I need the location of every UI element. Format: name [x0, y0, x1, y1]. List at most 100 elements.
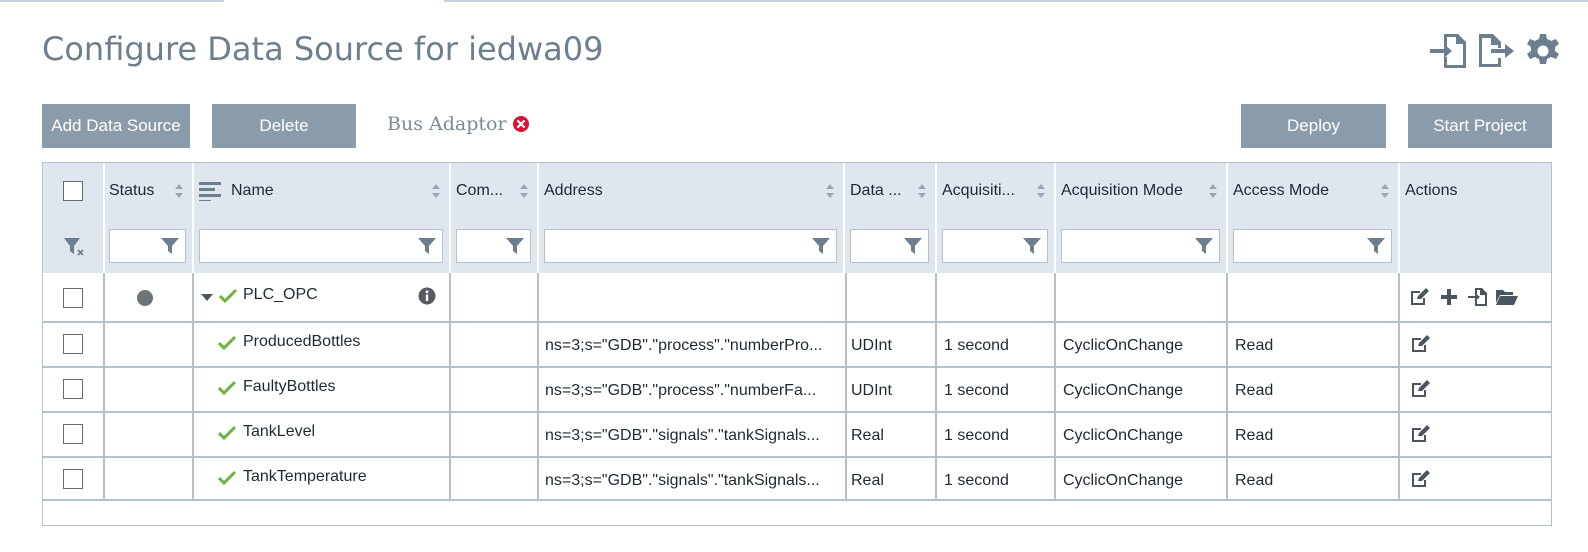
col-header-acquisition-mode[interactable]: Acquisition Mode	[1061, 163, 1183, 219]
bus-adaptor-status: Bus Adaptor	[387, 113, 529, 135]
tree-list-icon[interactable]	[199, 181, 223, 201]
row-data-type: UDInt	[851, 337, 892, 354]
row-checkbox[interactable]	[63, 379, 83, 399]
table-row[interactable]: ProducedBottles ns=3;s="GDB"."process"."n…	[43, 321, 1551, 366]
col-header-name[interactable]: Name	[199, 163, 274, 219]
settings-gear-icon[interactable]	[1524, 32, 1562, 70]
filter-name[interactable]	[199, 229, 443, 263]
row-acquisition-cycle: 1 second	[944, 382, 1009, 399]
check-icon	[218, 335, 236, 351]
filter-address[interactable]	[544, 229, 837, 263]
grid-bottom-divider	[43, 499, 1551, 501]
export-icon[interactable]	[1477, 32, 1515, 70]
bus-adaptor-label: Bus Adaptor	[387, 113, 507, 135]
row-address: ns=3;s="GDB"."signals"."tankSignals...	[545, 427, 820, 444]
col-header-access-mode[interactable]: Access Mode	[1233, 163, 1329, 219]
row-access-mode: Read	[1235, 382, 1274, 399]
row-data-type: Real	[851, 472, 884, 489]
page-title: Configure Data Source for iedwa09	[42, 30, 604, 68]
error-circle-icon	[512, 116, 529, 132]
top-icon-bar	[1430, 32, 1562, 70]
row-acquisition-mode: CyclicOnChange	[1063, 472, 1184, 489]
filter-access-mode[interactable]	[1233, 229, 1392, 263]
filter-icon[interactable]	[812, 237, 830, 255]
sort-icon[interactable]	[519, 183, 529, 199]
edit-icon[interactable]	[1411, 470, 1431, 488]
add-data-source-button[interactable]: Add Data Source	[42, 104, 190, 148]
row-name: PLC_OPC	[243, 286, 318, 303]
row-data-type: UDInt	[851, 382, 892, 399]
edit-icon[interactable]	[1411, 380, 1431, 398]
import-icon[interactable]	[1430, 32, 1468, 70]
clear-filter-icon[interactable]	[63, 237, 85, 257]
col-header-acquisition-cycle[interactable]: Acquisiti...	[942, 163, 1015, 219]
status-indicator	[137, 290, 153, 306]
row-name: TankLevel	[243, 423, 316, 440]
filter-icon[interactable]	[506, 237, 524, 255]
filter-comment[interactable]	[456, 229, 531, 263]
check-icon	[218, 380, 236, 396]
edit-icon[interactable]	[1410, 288, 1430, 306]
filter-icon[interactable]	[1195, 237, 1213, 255]
table-row-parent[interactable]: PLC_OPC	[43, 273, 1551, 321]
check-icon	[218, 470, 236, 486]
row-address: ns=3;s="GDB"."signals"."tankSignals...	[545, 472, 820, 489]
filter-status[interactable]	[109, 229, 186, 263]
row-acquisition-mode: CyclicOnChange	[1063, 337, 1184, 354]
filter-icon[interactable]	[904, 237, 922, 255]
sort-icon[interactable]	[825, 183, 835, 199]
col-header-data-type[interactable]: Data ...	[850, 163, 902, 219]
row-access-mode: Read	[1235, 472, 1274, 489]
sort-icon[interactable]	[431, 183, 441, 199]
edit-icon[interactable]	[1411, 425, 1431, 443]
row-checkbox[interactable]	[63, 469, 83, 489]
start-project-button[interactable]: Start Project	[1408, 104, 1552, 148]
row-access-mode: Read	[1235, 337, 1274, 354]
row-acquisition-cycle: 1 second	[944, 337, 1009, 354]
filter-acquisition-cycle[interactable]	[942, 229, 1048, 263]
col-header-actions: Actions	[1405, 182, 1458, 199]
row-access-mode: Read	[1235, 427, 1274, 444]
sort-icon[interactable]	[1036, 183, 1046, 199]
filter-icon[interactable]	[1023, 237, 1041, 255]
row-checkbox[interactable]	[63, 288, 83, 308]
row-name: TankTemperature	[243, 468, 367, 485]
row-data-type: Real	[851, 427, 884, 444]
row-acquisition-mode: CyclicOnChange	[1063, 382, 1184, 399]
row-name: FaultyBottles	[243, 378, 336, 395]
filter-acquisition-mode[interactable]	[1061, 229, 1220, 263]
table-row[interactable]: FaultyBottles ns=3;s="GDB"."process"."num…	[43, 366, 1551, 411]
check-icon	[219, 288, 237, 304]
table-row[interactable]: TankLevel ns=3;s="GDB"."signals"."tankSig…	[43, 411, 1551, 456]
sort-icon[interactable]	[917, 183, 927, 199]
table-row[interactable]: TankTemperature ns=3;s="GDB"."signals"."t…	[43, 456, 1551, 501]
top-divider	[0, 0, 1588, 2]
info-icon[interactable]	[418, 287, 436, 305]
add-icon[interactable]	[1440, 288, 1458, 306]
sort-icon[interactable]	[1208, 183, 1218, 199]
filter-icon[interactable]	[161, 237, 179, 255]
filter-data-type[interactable]	[850, 229, 929, 263]
import-icon[interactable]	[1468, 287, 1488, 307]
select-all-checkbox[interactable]	[63, 181, 83, 201]
row-checkbox[interactable]	[63, 424, 83, 444]
data-source-grid: Status Name Com... Address Data ... Acqu…	[42, 162, 1552, 526]
col-header-status[interactable]: Status	[109, 163, 154, 219]
expand-caret-icon[interactable]	[201, 292, 213, 302]
row-name: ProducedBottles	[243, 333, 361, 350]
sort-icon[interactable]	[1380, 183, 1390, 199]
row-checkbox[interactable]	[63, 334, 83, 354]
check-icon	[218, 425, 236, 441]
filter-icon[interactable]	[418, 237, 436, 255]
deploy-button[interactable]: Deploy	[1241, 104, 1386, 148]
row-acquisition-cycle: 1 second	[944, 427, 1009, 444]
sort-icon[interactable]	[174, 183, 184, 199]
row-acquisition-cycle: 1 second	[944, 472, 1009, 489]
edit-icon[interactable]	[1411, 335, 1431, 353]
row-acquisition-mode: CyclicOnChange	[1063, 427, 1184, 444]
delete-button[interactable]: Delete	[212, 104, 356, 148]
col-header-comment[interactable]: Com...	[456, 163, 503, 219]
filter-icon[interactable]	[1367, 237, 1385, 255]
folder-open-icon[interactable]	[1496, 289, 1518, 305]
col-header-address[interactable]: Address	[544, 163, 603, 219]
